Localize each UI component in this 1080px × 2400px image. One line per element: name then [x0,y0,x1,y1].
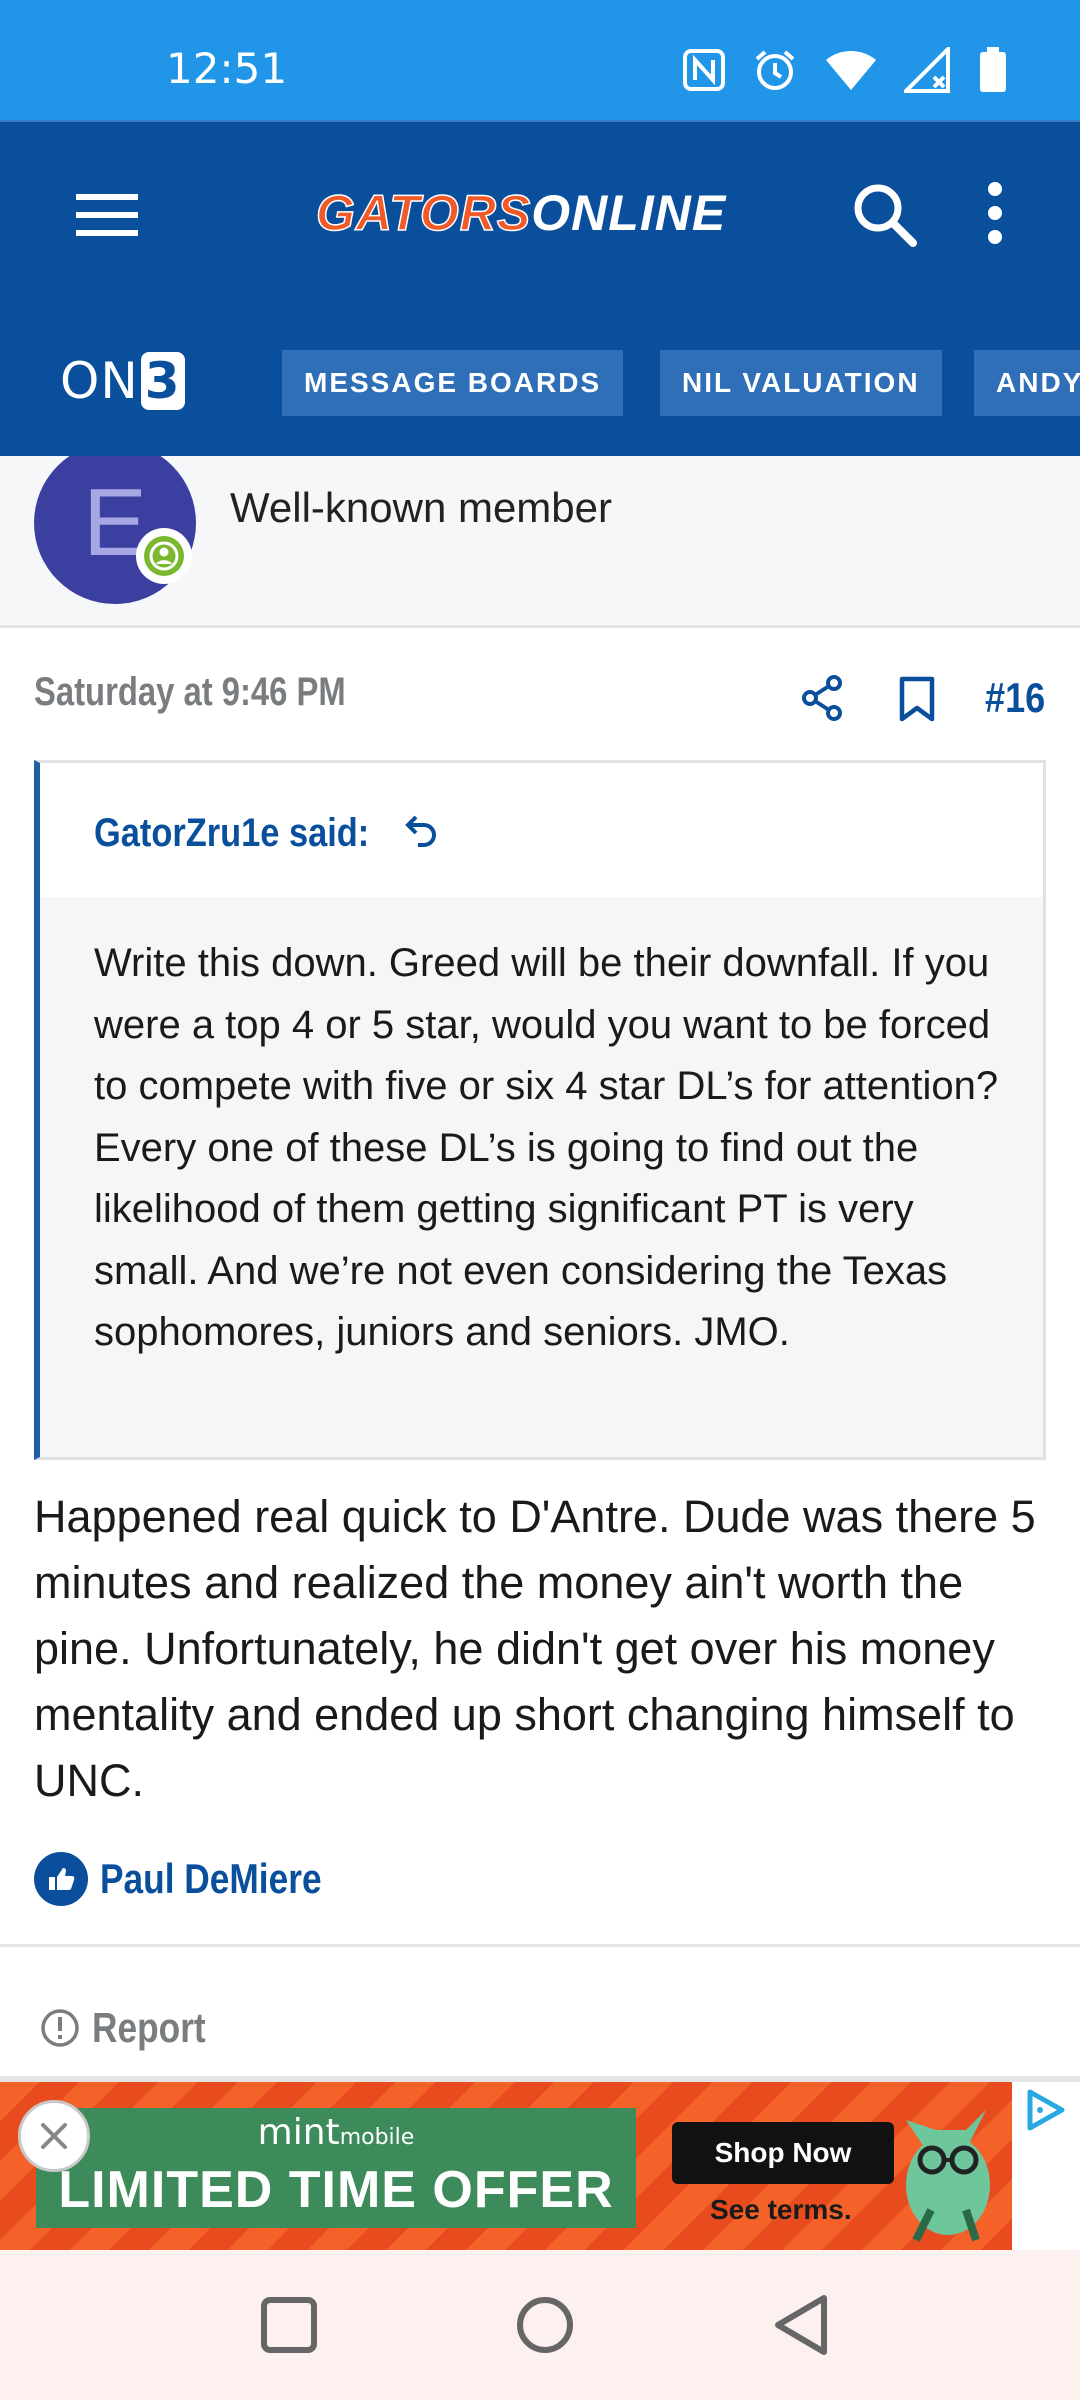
ad-terms: See terms. [710,2194,852,2225]
status-bar: 12:51 [0,0,1080,120]
quote-author[interactable]: GatorZru1e said: [94,811,369,856]
status-time: 12:51 [166,44,288,93]
battery-icon [980,47,1006,92]
ad-shop-now-button[interactable]: Shop Now [672,2122,894,2184]
more-options-icon[interactable] [980,180,1010,246]
site-logo[interactable]: GATORSONLINE [315,184,727,242]
member-info: E Well-known member [0,456,1080,628]
report-label: Report [92,2004,206,2051]
member-role: Well-known member [230,484,612,531]
nav-andy[interactable]: ANDY [974,350,1080,416]
on3-logo[interactable]: ON 3 [60,352,185,410]
like-icon [34,1852,88,1906]
back-icon[interactable] [768,2290,838,2360]
alarm-icon [755,50,795,90]
nfc-icon [683,49,725,91]
post-timestamp[interactable]: Saturday at 9:46 PM [34,670,346,715]
reaction-summary[interactable]: Paul DeMiere [34,1852,364,1906]
post-number-link[interactable]: #16 [985,674,1045,722]
bookmark-icon[interactable] [896,676,938,722]
user-online-icon [144,536,184,576]
divider [0,1944,1080,1947]
logo-gators: GATORS [315,184,532,242]
online-status-badge [136,528,192,584]
ad-offer-panel: mintmobile LIMITED TIME OFFER [36,2108,636,2228]
hamburger-menu-icon[interactable] [72,188,142,242]
reaction-user[interactable]: Paul DeMiere [100,1855,322,1903]
quote-block: GatorZru1e said: Write this down. Greed … [34,760,1046,1460]
recents-icon[interactable] [254,2290,324,2360]
report-icon [41,2009,79,2047]
close-ad-button[interactable] [18,2100,90,2172]
status-icons [682,46,1008,94]
wifi-icon [826,51,876,90]
report-button[interactable]: Report [40,2004,227,2052]
quote-text: Write this down. Greed will be their dow… [40,897,1043,1457]
go-to-quote-icon[interactable] [400,811,440,853]
nav-message-boards[interactable]: MESSAGE BOARDS [282,350,624,416]
home-icon[interactable] [510,2290,580,2360]
system-nav-bar [0,2250,1080,2400]
share-icon[interactable] [798,674,846,722]
close-icon [41,2123,67,2149]
post-body: Happened real quick to D'Antre. Dude was… [34,1491,1036,1806]
ad-choices-area [1012,2082,1080,2250]
fox-mascot-icon [906,2110,990,2242]
nav-nil-valuation[interactable]: NIL VALUATION [660,350,942,416]
ad-offer: LIMITED TIME OFFER [58,2161,614,2219]
logo-online: ONLINE [531,185,727,241]
adchoices-icon[interactable] [1024,2088,1068,2132]
quote-header: GatorZru1e said: [40,763,1043,897]
ad-brand: mintmobile [257,2112,415,2153]
ad-banner[interactable]: mintmobile LIMITED TIME OFFER Shop Now S… [0,2082,1012,2250]
search-icon[interactable] [848,178,920,250]
signal-icon [904,47,950,93]
app-header: GATORSONLINE ON 3 MESSAGE BOARDS NIL VALU… [0,120,1080,456]
